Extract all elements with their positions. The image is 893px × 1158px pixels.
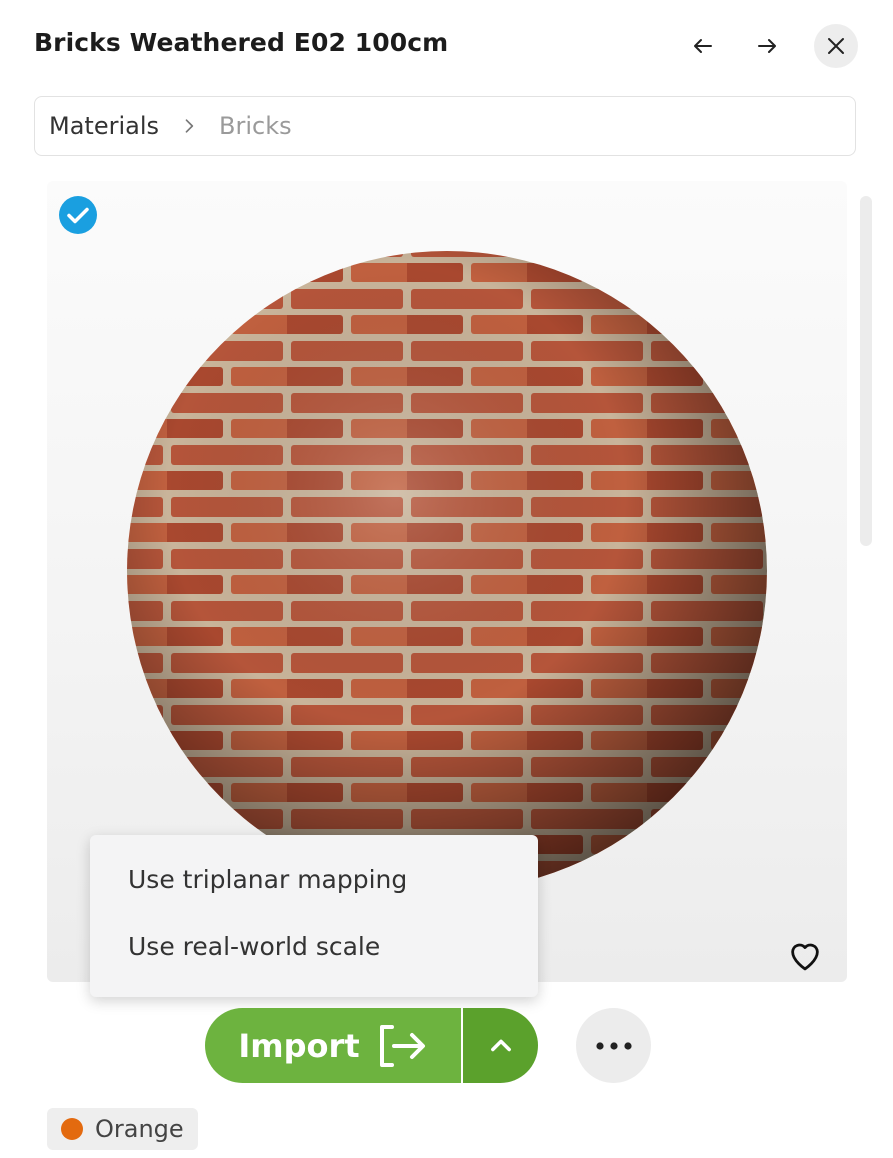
close-icon	[828, 38, 844, 54]
color-dot	[61, 1118, 83, 1140]
color-tag-label: Orange	[95, 1115, 184, 1143]
next-button[interactable]	[745, 24, 789, 68]
previous-button[interactable]	[681, 24, 725, 68]
menu-item-triplanar-mapping[interactable]: Use triplanar mapping	[128, 865, 407, 894]
arrow-right-icon	[758, 39, 776, 53]
more-horizontal-icon	[595, 1041, 632, 1050]
checkmark-icon[interactable]	[58, 195, 98, 235]
menu-item-real-world-scale[interactable]: Use real-world scale	[128, 932, 380, 961]
page-title: Bricks Weathered E02 100cm	[34, 28, 449, 57]
color-tag[interactable]: Orange	[47, 1108, 198, 1150]
scrollbar[interactable]	[860, 196, 872, 546]
import-icon	[379, 1024, 425, 1067]
breadcrumb-materials[interactable]: Materials	[49, 112, 159, 140]
arrow-left-icon	[694, 39, 712, 53]
import-options-menu: Use triplanar mapping Use real-world sca…	[90, 835, 538, 997]
import-button[interactable]: Import	[205, 1008, 461, 1083]
heart-icon	[791, 943, 819, 971]
import-options-toggle[interactable]	[463, 1008, 538, 1083]
chevron-right-icon	[185, 119, 194, 133]
chevron-up-icon	[490, 1039, 511, 1051]
breadcrumb: Materials Bricks	[34, 96, 856, 156]
import-label: Import	[238, 1026, 360, 1065]
more-options-button[interactable]	[576, 1008, 651, 1083]
favorite-button[interactable]	[783, 933, 827, 977]
close-button[interactable]	[814, 24, 858, 68]
breadcrumb-current: Bricks	[219, 112, 292, 140]
